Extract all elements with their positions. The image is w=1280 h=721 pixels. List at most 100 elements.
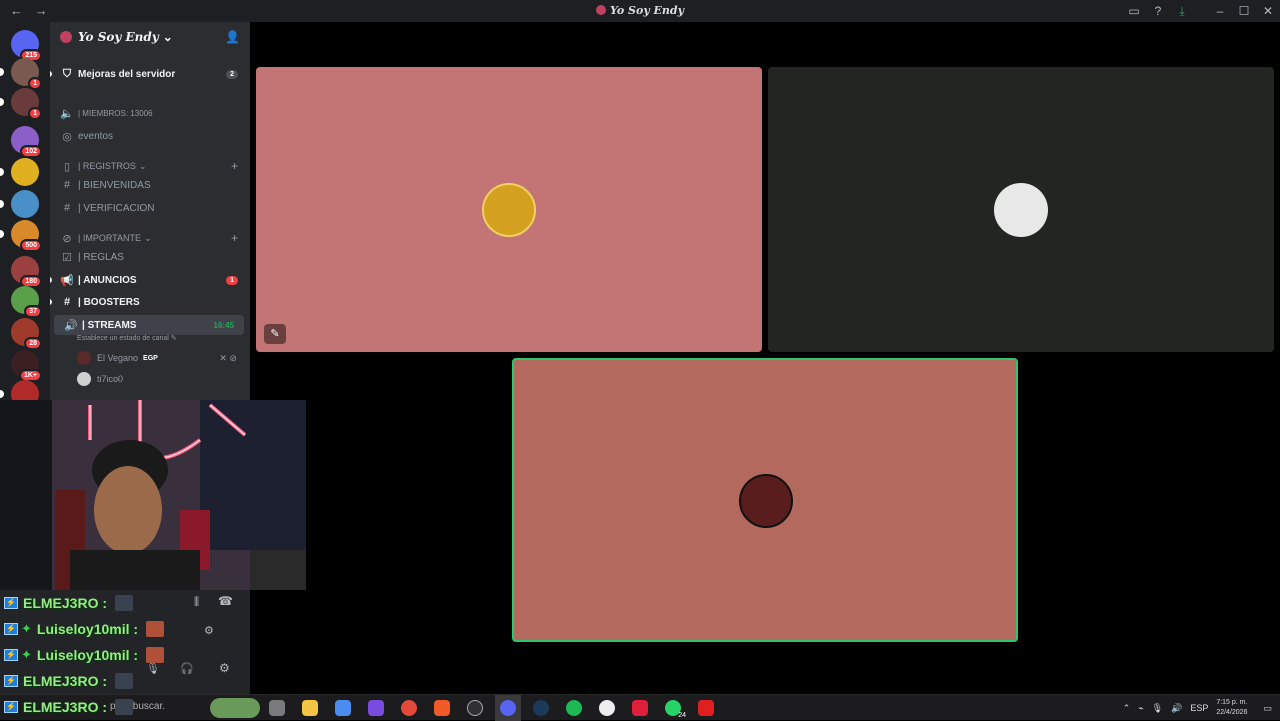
spotify-icon[interactable]	[561, 695, 587, 721]
chevron-down-icon: ⌄	[162, 30, 173, 44]
chevron-down-icon: ⌄	[144, 232, 152, 243]
shield-icon: ⛉	[62, 67, 72, 80]
broadcaster-badge: ⚡	[4, 623, 18, 635]
broadcaster-badge: ⚡	[4, 675, 18, 687]
channel-boosts[interactable]: ⛉ Mejoras del servidor 2	[50, 64, 250, 84]
avatar	[77, 351, 91, 365]
mute-icon: ✕ ⊘	[219, 352, 237, 363]
server-badge: 37	[24, 305, 42, 318]
add-channel-icon[interactable]: +	[231, 159, 238, 173]
discord-icon[interactable]	[495, 695, 521, 721]
help-icon[interactable]: ?	[1146, 4, 1170, 18]
channel-reglas[interactable]: ☑ | REGLAS	[50, 247, 250, 267]
broadcaster-badge: ⚡	[4, 649, 18, 661]
download-icon[interactable]: ⤓	[1170, 4, 1194, 19]
rules-icon: ☑	[62, 251, 72, 264]
app-icon[interactable]	[594, 695, 620, 721]
hash-icon: #	[63, 296, 71, 308]
video-tile[interactable]: ✎	[256, 67, 762, 352]
hash-icon: #	[63, 202, 71, 214]
stream-muted-icon[interactable]: ✎	[264, 324, 286, 344]
volume-icon[interactable]: 🔊	[1171, 703, 1182, 714]
avatar	[77, 372, 91, 386]
server-badge: 500	[20, 239, 42, 252]
notifications-icon[interactable]: ▭	[1263, 703, 1272, 714]
video-tile-speaking[interactable]	[512, 358, 1018, 642]
title-bar: ← → Yo Soy Endy ▭ ? ⤓ – ☐ ✕	[0, 0, 1280, 22]
hash-icon: #	[63, 179, 71, 191]
broadcaster-badge: ⚡	[4, 701, 18, 713]
chat-message: ⚡ ELMEJ3RO :	[0, 694, 260, 720]
microphone-icon[interactable]: 🎙	[1152, 703, 1163, 714]
brave-icon[interactable]	[429, 695, 455, 721]
chrome-icon[interactable]	[396, 695, 422, 721]
window-controls: ▭ ? ⤓ – ☐ ✕	[1122, 0, 1280, 22]
server-icon[interactable]	[0, 190, 39, 218]
guild-icon	[60, 31, 72, 43]
voice-user[interactable]: ti7ico0	[77, 370, 247, 388]
guild-name: Yo Soy Endy	[78, 30, 159, 44]
network-icon[interactable]: ⌁	[1138, 703, 1143, 714]
system-tray: ⌃ ⌁ 🎙 🔊 ESP 7:15 p. m. 22/4/2026 ▭	[1123, 695, 1280, 721]
server-icon[interactable]: 1K+	[11, 350, 42, 382]
chat-message: ⚡ ✦ Luiseloy10mil :	[0, 642, 260, 668]
server-icon[interactable]: 37	[11, 286, 42, 318]
server-icon[interactable]	[0, 158, 39, 186]
mention-badge: 1	[226, 275, 238, 285]
user-avatar	[482, 183, 536, 237]
star-badge-icon: ✦	[21, 621, 32, 636]
channel-streams[interactable]: 🔊 | STREAMS 16:45	[54, 315, 244, 335]
chevron-up-icon[interactable]: ⌃	[1123, 703, 1131, 714]
app-icon[interactable]	[627, 695, 653, 721]
rocket-emote	[115, 699, 134, 715]
inbox-icon[interactable]: ▭	[1122, 4, 1146, 18]
video-tile[interactable]	[768, 67, 1274, 352]
chat-message: ⚡ ✦ Luiseloy10mil :	[0, 616, 260, 642]
channel-members[interactable]: 🔈 | miembros: 13006	[50, 103, 250, 123]
user-tag: EGP	[143, 354, 158, 362]
maximize-button[interactable]: ☐	[1232, 4, 1256, 18]
server-icon[interactable]: 180	[11, 256, 42, 288]
server-icon	[595, 5, 606, 15]
server-list: 215 1 1 102 500 180 37 28 1K+	[0, 22, 50, 408]
chat-message: ⚡ ELMEJ3RO :	[0, 590, 260, 616]
channel-boosters[interactable]: # | BOOSTERS	[50, 292, 250, 312]
chat-message: ⚡ ELMEJ3RO :	[0, 668, 260, 694]
clock[interactable]: 7:15 p. m. 22/4/2026	[1216, 698, 1247, 718]
add-channel-icon[interactable]: +	[231, 231, 238, 245]
server-badge: 102	[20, 145, 42, 158]
minimize-button[interactable]: –	[1208, 4, 1232, 18]
server-icon[interactable]: 1	[0, 88, 42, 120]
channel-events[interactable]: ◎ eventos	[50, 126, 250, 146]
category-importante[interactable]: ⊘ | importante ⌄ +	[50, 228, 250, 248]
window-title: Yo Soy Endy	[0, 4, 1280, 17]
invite-icon[interactable]: 👤	[225, 30, 240, 44]
channel-bienvenidas[interactable]: # | BIENVENIDAS	[50, 175, 250, 195]
close-button[interactable]: ✕	[1256, 4, 1280, 18]
channel-verificacion[interactable]: # | VERIFICACION	[50, 198, 250, 218]
whatsapp-icon[interactable]: 24	[660, 695, 686, 721]
youtube-icon[interactable]	[693, 695, 719, 721]
server-icon[interactable]: 500	[0, 220, 42, 252]
task-view-icon[interactable]	[264, 695, 290, 721]
server-icon-home[interactable]: 215	[11, 30, 42, 62]
channel-anuncios[interactable]: 📢 | ANUNCIOS 1	[50, 270, 250, 290]
file-explorer-icon[interactable]	[297, 695, 323, 721]
voice-timer: 16:45	[213, 320, 234, 330]
app-icon[interactable]	[363, 695, 389, 721]
server-icon[interactable]: 102	[11, 126, 42, 158]
server-icon[interactable]: 28	[11, 318, 42, 350]
store-icon[interactable]	[330, 695, 356, 721]
language-indicator[interactable]: ESP	[1190, 703, 1208, 713]
channel-sidebar: Yo Soy Endy ⌄ 👤 ⛉ Mejoras del servidor 2…	[50, 22, 250, 400]
voice-user[interactable]: El Vegano EGP ✕ ⊘	[77, 349, 247, 367]
boost-count: 2	[226, 69, 238, 79]
channel-status[interactable]: Establece un estado de canal ✎	[77, 334, 177, 342]
steam-icon[interactable]	[528, 695, 554, 721]
guild-header[interactable]: Yo Soy Endy ⌄ 👤	[50, 22, 250, 52]
obs-icon[interactable]	[462, 695, 488, 721]
server-icon[interactable]: 1	[0, 58, 42, 90]
face-emote	[146, 621, 165, 637]
category-registros[interactable]: ▯ | registros ⌄ +	[50, 156, 250, 176]
rocket-emote	[115, 673, 134, 689]
